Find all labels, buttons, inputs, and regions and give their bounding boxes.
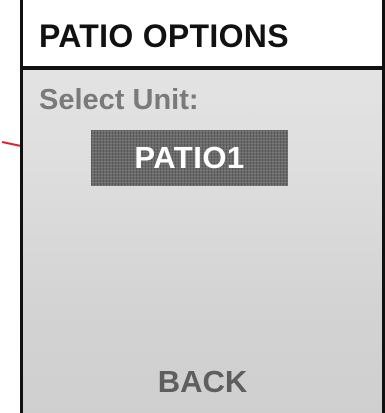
device-screen: PATIO OPTIONS Select Unit: PATIO1 BACK — [20, 0, 385, 413]
screenshot-stage: PATIO OPTIONS Select Unit: PATIO1 BACK — [0, 0, 385, 413]
select-unit-prompt: Select Unit: — [39, 84, 199, 116]
unit-option-label: PATIO1 — [134, 140, 245, 175]
title-bar: PATIO OPTIONS — [23, 0, 382, 70]
screen-title: PATIO OPTIONS — [39, 18, 289, 54]
back-button[interactable]: BACK — [23, 364, 382, 400]
unit-option-patio1[interactable]: PATIO1 — [91, 130, 288, 186]
